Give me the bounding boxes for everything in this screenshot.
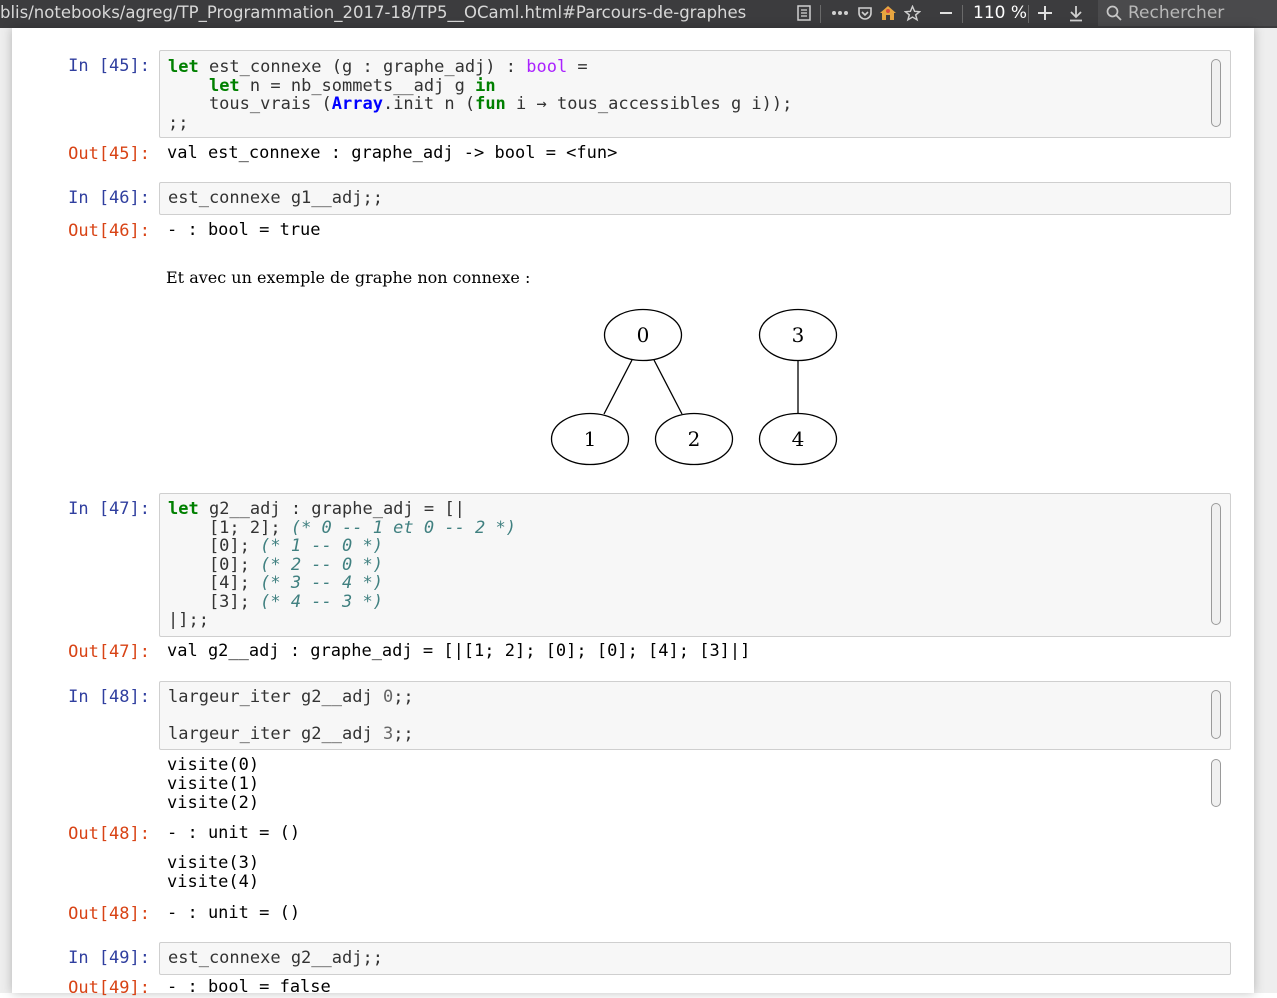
zoom-out-icon[interactable] (936, 2, 956, 24)
svg-text:1: 1 (584, 427, 597, 451)
cell-49-in-prompt: In [49]: (68, 948, 150, 968)
code-line: [0]; (* 2 -- 0 *) (168, 554, 383, 575)
code-line: let n = nb_sommets__adj g in (208, 75, 496, 96)
search-icon (1104, 2, 1124, 24)
cell-49-out-prompt: Out[49]: (68, 978, 150, 998)
svg-text:0: 0 (637, 323, 650, 347)
code-line: [0]; (* 1 -- 0 *) (168, 536, 383, 556)
graph-edge-0-1 (603, 359, 633, 415)
cell-45-in-prompt: In [45]: (68, 56, 150, 76)
cell-45-output: val est_connexe : graphe_adj -> bool = <… (167, 143, 618, 163)
code-line: largeur_iter g2__adj 0;; (168, 687, 414, 707)
home-icon[interactable] (878, 2, 898, 24)
svg-text:3: 3 (792, 323, 805, 347)
cell-45-out-prompt: Out[45]: (68, 144, 150, 164)
zoom-in-icon[interactable] (1035, 2, 1055, 24)
markdown-text: Et avec un exemple de graphe non connexe… (166, 268, 531, 287)
cell-48-stdout-2: visite(3) visite(4) (167, 853, 260, 892)
cell-48-output-b: - : unit = () (167, 903, 301, 923)
code-line: est_connexe g1__adj;; (168, 188, 383, 208)
graph-diagram: 0 3 1 2 4 (550, 308, 838, 466)
cell-49-output: - : bool = false (167, 977, 331, 997)
cell-47-code-input[interactable]: let g2__adj : graphe_adj = [| [1; 2]; (*… (159, 493, 1231, 637)
code-line: |];; (168, 610, 209, 630)
cell-48-code-input[interactable]: largeur_iter g2__adj 0;; largeur_iter g2… (159, 681, 1231, 750)
cell-48-output-a: - : unit = () (167, 823, 301, 843)
code-line: largeur_iter g2__adj 3;; (168, 724, 414, 744)
cell-48-in-prompt: In [48]: (68, 687, 150, 707)
browser-toolbar: blis/notebooks/agreg/TP_Programmation_20… (0, 0, 1277, 28)
cell-scrollbar[interactable] (1211, 59, 1221, 127)
bookmark-star-icon[interactable] (902, 2, 922, 24)
cell-46-output: - : bool = true (167, 220, 321, 240)
cell-scrollbar[interactable] (1211, 690, 1221, 739)
code-line: [4]; (* 3 -- 4 *) (168, 573, 383, 593)
cell-48-out-prompt-b: Out[48]: (68, 904, 150, 924)
cell-45-code-input[interactable]: let est_connexe (g : graphe_adj) : bool … (159, 50, 1231, 138)
cell-46-out-prompt: Out[46]: (68, 221, 150, 241)
code-line: let est_connexe (g : graphe_adj) : bool … (168, 57, 588, 77)
graph-node-3: 3 (758, 308, 838, 362)
graph-node-0: 0 (603, 308, 683, 362)
code-line: ;; (168, 112, 189, 133)
pocket-icon[interactable] (855, 2, 875, 24)
reader-view-icon[interactable] (794, 2, 814, 24)
code-line: [3]; (* 4 -- 3 *) (168, 591, 383, 612)
cell-47-out-prompt: Out[47]: (68, 642, 150, 662)
graph-node-1: 1 (550, 412, 630, 466)
svg-text:2: 2 (688, 427, 701, 451)
search-box[interactable]: Rechercher (1098, 0, 1277, 26)
graph-node-4: 4 (758, 412, 838, 466)
cell-46-code-input[interactable]: est_connexe g1__adj;; (159, 182, 1231, 215)
code-line: est_connexe g2__adj;; (168, 948, 383, 968)
more-icon[interactable] (830, 2, 850, 24)
cell-49-code-input[interactable]: est_connexe g2__adj;; (159, 942, 1231, 975)
toolbar-separator (1028, 5, 1029, 23)
code-line: let g2__adj : graphe_adj = [| (168, 499, 465, 519)
graph-node-2: 2 (654, 412, 734, 466)
url-bar[interactable]: blis/notebooks/agreg/TP_Programmation_20… (0, 3, 746, 22)
download-icon[interactable] (1066, 2, 1086, 24)
graph-edge-0-2 (653, 359, 683, 415)
cell-47-output: val g2__adj : graphe_adj = [|[1; 2]; [0]… (167, 641, 751, 661)
code-line: [1; 2]; (* 0 -- 1 et 0 -- 2 *) (168, 517, 516, 538)
output-scrollbar[interactable] (1211, 759, 1221, 807)
toolbar-separator (820, 5, 821, 23)
cell-47-in-prompt: In [47]: (68, 499, 150, 519)
search-placeholder: Rechercher (1128, 3, 1225, 23)
cell-46-in-prompt: In [46]: (68, 188, 150, 208)
zoom-level[interactable]: 110 % (973, 3, 1027, 23)
cell-48-out-prompt-a: Out[48]: (68, 824, 150, 844)
code-line: tous_vrais (Array.init n (fun i → tous_a… (168, 94, 793, 114)
toolbar-separator (962, 5, 963, 23)
cell-scrollbar[interactable] (1211, 503, 1221, 625)
svg-text:4: 4 (792, 427, 805, 451)
cell-48-stdout-1: visite(0) visite(1) visite(2) (167, 755, 260, 813)
